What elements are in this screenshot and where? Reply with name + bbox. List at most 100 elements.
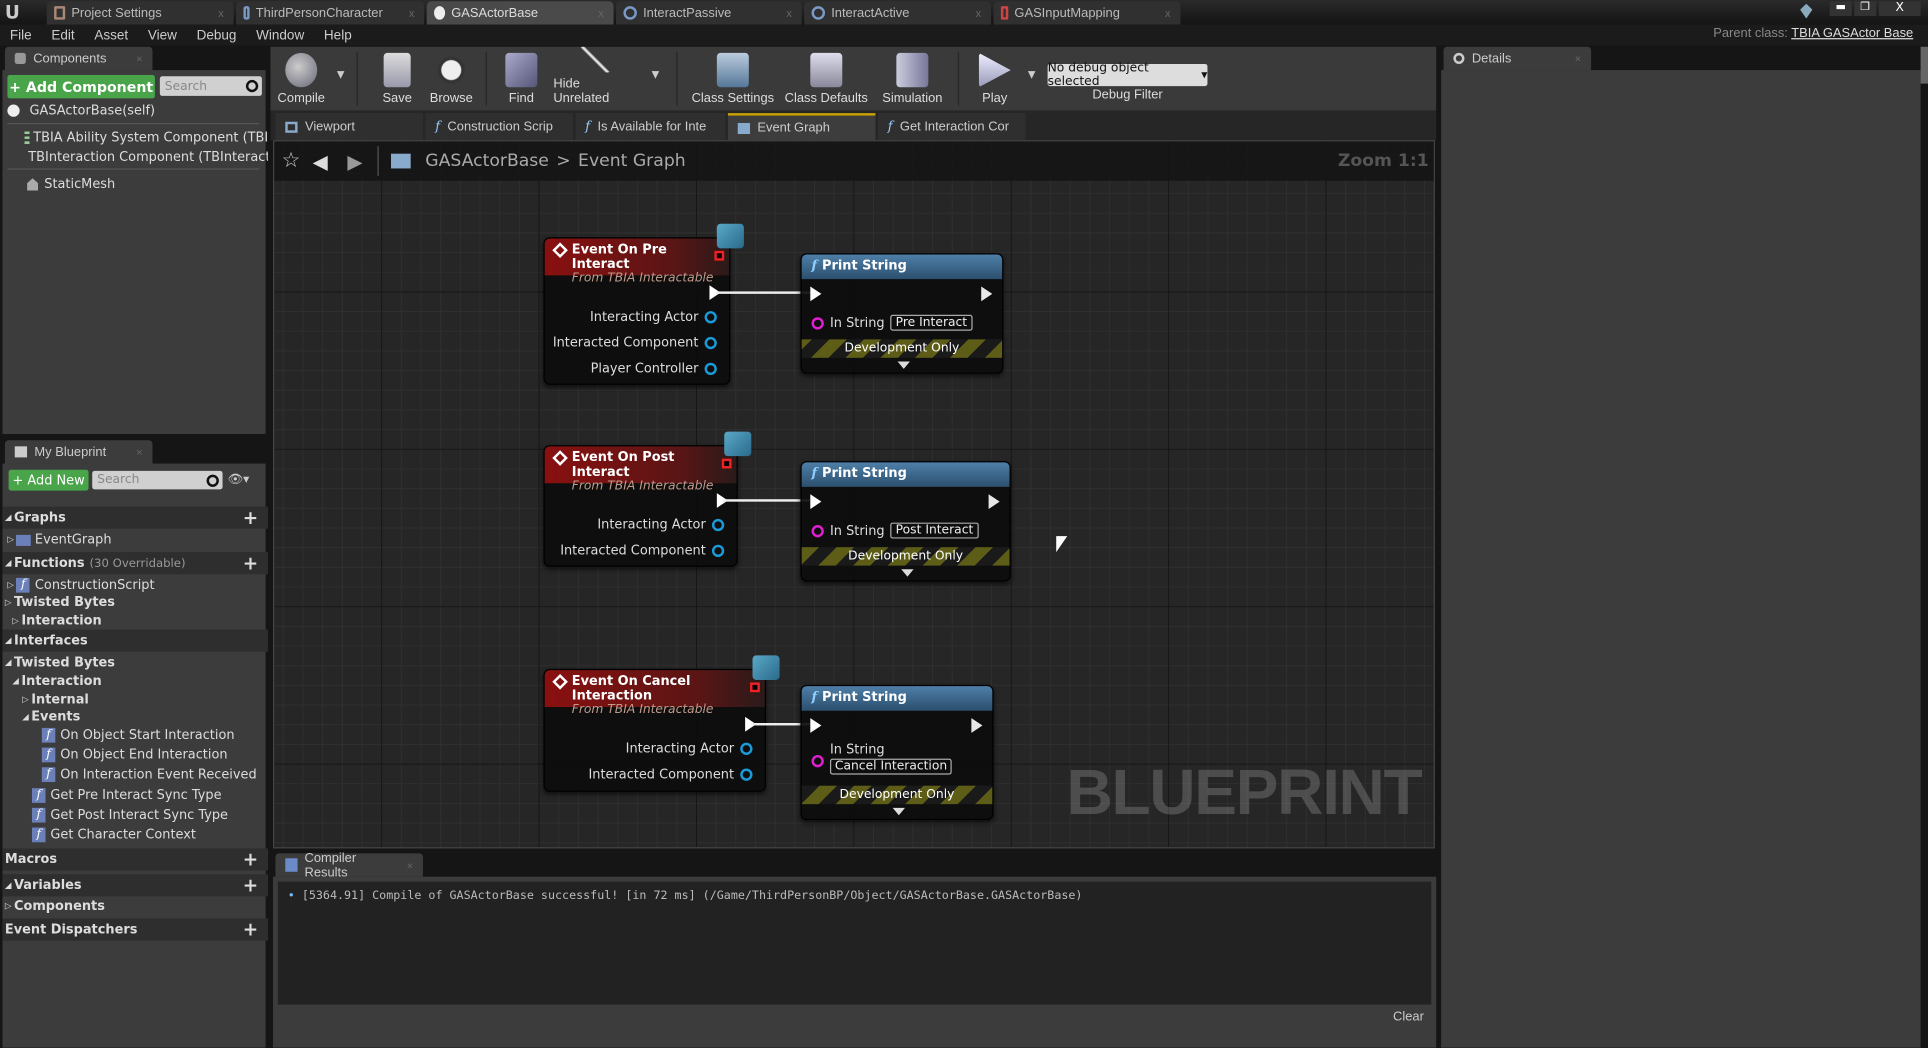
- print-string-node[interactable]: f Print String In String Pre Interact Deve…: [800, 253, 1004, 374]
- blueprint-tree-row[interactable]: ▷ Components: [2, 896, 268, 916]
- in-string-input[interactable]: Post Interact: [890, 522, 979, 539]
- compiler-results-tab[interactable]: Compiler Results ×: [275, 850, 423, 880]
- blueprint-tree-row[interactable]: f On Object End Interaction: [2, 745, 268, 765]
- blueprint-tree-row[interactable]: f Get Pre Interact Sync Type: [2, 786, 268, 806]
- output-pin[interactable]: Interacting Actor: [626, 741, 753, 756]
- blueprint-tree-row[interactable]: ◢ Events: [2, 707, 268, 727]
- hide-unrelated-dropdown[interactable]: ▼: [652, 69, 660, 80]
- in-string-pin[interactable]: In String Cancel Interaction: [811, 743, 953, 775]
- expand-arrow-icon[interactable]: ◢: [5, 880, 12, 890]
- blueprint-tree-row[interactable]: ▷ Twisted Bytes: [2, 593, 268, 613]
- delegate-pin-icon[interactable]: [714, 250, 725, 261]
- output-pin[interactable]: Interacted Component: [560, 543, 725, 558]
- output-pin[interactable]: Player Controller: [591, 361, 717, 376]
- close-tab-button[interactable]: x: [786, 7, 792, 19]
- details-scrollbar[interactable]: [1920, 46, 1928, 84]
- blueprint-tree-row[interactable]: ◢ Variables +: [2, 874, 269, 897]
- expand-arrow-icon[interactable]: [900, 569, 913, 577]
- print-string-node[interactable]: f Print String In String Cancel Interactio…: [800, 684, 994, 821]
- blueprint-tree-row[interactable]: f On Object Start Interaction: [2, 725, 268, 745]
- expand-arrow-icon[interactable]: ◢: [22, 712, 29, 722]
- tab-project-settings[interactable]: Project Settings x: [46, 1, 234, 25]
- expand-arrow-icon[interactable]: [896, 361, 910, 369]
- close-tab-button[interactable]: x: [976, 7, 982, 19]
- expand-arrow-icon[interactable]: ▷: [7, 535, 14, 545]
- object-pin-icon[interactable]: [704, 362, 717, 376]
- close-tab-button[interactable]: x: [1165, 7, 1171, 19]
- components-tab[interactable]: Components ×: [4, 46, 153, 71]
- play-button[interactable]: Play: [974, 47, 1016, 111]
- add-component-button[interactable]: + Add Component: [7, 75, 155, 99]
- expand-arrow-icon[interactable]: ◢: [12, 676, 19, 686]
- add-icon[interactable]: +: [243, 848, 258, 870]
- object-pin-icon[interactable]: [711, 544, 725, 558]
- blueprint-tree-row[interactable]: f On Interaction Event Received: [2, 765, 268, 785]
- string-pin-icon[interactable]: [811, 524, 824, 537]
- forward-arrow-icon[interactable]: ▶: [347, 149, 362, 172]
- string-pin-icon[interactable]: [811, 754, 824, 768]
- blueprint-search-input[interactable]: Search: [92, 470, 223, 490]
- menu-window[interactable]: Window: [256, 28, 304, 43]
- blueprint-tree-row[interactable]: Macros +: [2, 848, 269, 871]
- event-graph-canvas[interactable]: ☆ ◀ ▶ GASActorBase > Event Graph Zoom 1:…: [272, 140, 1435, 849]
- parent-class-link[interactable]: TBIA GASActor Base: [1791, 26, 1913, 41]
- close-tab-button[interactable]: x: [409, 7, 415, 19]
- add-icon[interactable]: +: [243, 919, 258, 941]
- close-tab-button[interactable]: ×: [136, 52, 142, 64]
- exec-out-pin-icon[interactable]: [971, 718, 983, 733]
- add-new-button[interactable]: + Add New: [8, 469, 89, 491]
- expand-arrow-icon[interactable]: ▷: [22, 695, 29, 705]
- feedback-icon[interactable]: [1800, 3, 1813, 19]
- expand-arrow-icon[interactable]: ▷: [12, 616, 19, 626]
- output-pin[interactable]: Interacting Actor: [590, 310, 717, 325]
- output-pin[interactable]: Interacting Actor: [597, 518, 725, 532]
- blueprint-tree-row[interactable]: ▷ EventGraph: [2, 530, 268, 550]
- string-pin-icon[interactable]: [811, 316, 824, 329]
- compile-options-dropdown[interactable]: ▼: [337, 69, 345, 80]
- delegate-pin-icon[interactable]: [721, 458, 732, 469]
- blueprint-tree-row[interactable]: ▷ Interaction: [2, 611, 268, 631]
- event-node[interactable]: Event On Pre Interact From TBIA Interacta…: [543, 223, 744, 385]
- tab-get-interaction[interactable]: f Get Interaction Cor: [877, 113, 1026, 141]
- menu-edit[interactable]: Edit: [51, 28, 74, 43]
- class-defaults-button[interactable]: Class Defaults: [784, 47, 868, 111]
- tab-construction-script[interactable]: f Construction Scrip: [425, 113, 573, 141]
- menu-help[interactable]: Help: [324, 28, 352, 43]
- view-options-eye-icon[interactable]: 👁▾: [227, 473, 249, 487]
- exec-out-pin-icon[interactable]: [981, 286, 993, 302]
- menu-view[interactable]: View: [148, 28, 177, 43]
- tab-interactactive[interactable]: InteractActive x: [804, 1, 992, 25]
- breadcrumb-blueprint[interactable]: GASActorBase: [425, 151, 549, 171]
- close-tab-button[interactable]: ×: [1575, 52, 1581, 64]
- simulation-button[interactable]: Simulation: [880, 47, 944, 111]
- favorite-star-icon[interactable]: ☆: [282, 149, 301, 174]
- expand-arrow-icon[interactable]: ◢: [5, 658, 12, 668]
- close-tab-button[interactable]: x: [598, 7, 604, 19]
- close-window-button[interactable]: X: [1878, 1, 1921, 16]
- component-tbinteraction[interactable]: TBInteraction Component (TBInteraction: [2, 148, 268, 168]
- add-icon[interactable]: +: [243, 552, 258, 574]
- play-options-dropdown[interactable]: ▼: [1028, 69, 1036, 80]
- exec-wire[interactable]: [715, 291, 811, 294]
- tab-event-graph[interactable]: Event Graph: [727, 113, 876, 141]
- browse-button[interactable]: Browse: [427, 47, 476, 111]
- blueprint-tree-row[interactable]: f Get Post Interact Sync Type: [2, 805, 268, 825]
- tab-is-available[interactable]: f Is Available for Inte: [575, 113, 726, 141]
- in-string-input[interactable]: Cancel Interaction: [829, 758, 953, 775]
- component-ability-system[interactable]: TBIA Ability System Component (TBIA_Al: [2, 128, 268, 148]
- in-string-input[interactable]: Pre Interact: [890, 314, 973, 331]
- expand-arrow-icon[interactable]: ▷: [5, 598, 12, 608]
- print-string-node[interactable]: f Print String In String Post Interact Dev…: [800, 461, 1011, 582]
- output-pin[interactable]: Interacted Component: [588, 767, 753, 782]
- close-tab-button[interactable]: ×: [136, 446, 142, 458]
- expand-arrow-icon[interactable]: [892, 807, 905, 816]
- expand-arrow-icon[interactable]: ▷: [5, 901, 12, 911]
- object-pin-icon[interactable]: [740, 742, 753, 755]
- debug-object-select[interactable]: No debug object selected ▾: [1047, 61, 1208, 89]
- tab-viewport[interactable]: Viewport: [275, 113, 423, 141]
- in-string-pin[interactable]: In String Post Interact: [811, 522, 979, 539]
- exec-out-pin-icon[interactable]: [988, 494, 1000, 510]
- expand-arrow-icon[interactable]: ▷: [7, 580, 14, 590]
- components-search-input[interactable]: Search: [159, 76, 262, 96]
- expand-arrow-icon[interactable]: ◢: [5, 558, 12, 568]
